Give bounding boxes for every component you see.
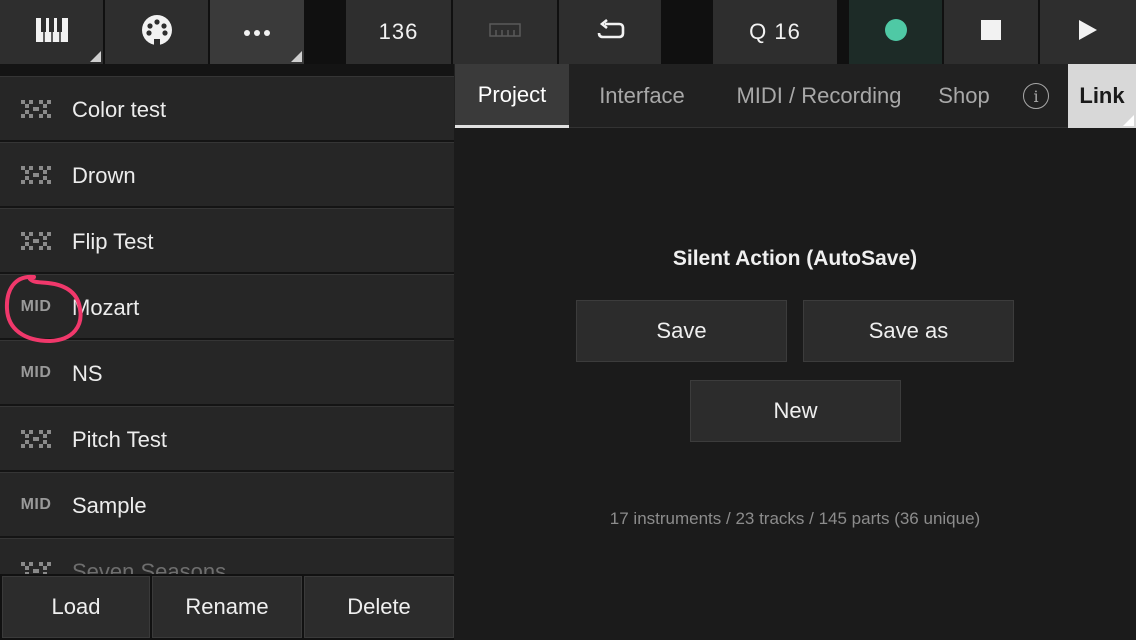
midi-tag-label: MID xyxy=(20,364,52,381)
play-icon xyxy=(1078,19,1098,46)
tab-info[interactable]: i xyxy=(1014,64,1058,128)
list-item-name: NS xyxy=(72,361,103,386)
rename-button[interactable]: Rename xyxy=(152,576,302,638)
list-item[interactable]: Pitch Test xyxy=(0,406,454,470)
record-button[interactable] xyxy=(849,0,942,64)
list-item-name: Sample xyxy=(72,493,147,518)
list-item-name: Mozart xyxy=(72,295,140,320)
audio-project-icon xyxy=(14,77,58,141)
more-button[interactable] xyxy=(210,0,304,64)
tab-midi-recording[interactable]: MIDI / Recording xyxy=(722,64,916,128)
tab-shop[interactable]: Shop xyxy=(924,64,1004,128)
stop-button[interactable] xyxy=(944,0,1038,64)
audio-project-icon xyxy=(14,143,58,207)
loop-button[interactable] xyxy=(559,0,661,64)
tab-interface[interactable]: Interface xyxy=(574,64,710,128)
tab-project[interactable]: Project xyxy=(455,64,569,128)
quantize-value: Q 16 xyxy=(749,19,801,44)
list-item[interactable]: Seven Seasons xyxy=(0,538,454,574)
list-item-name: Color test xyxy=(72,97,167,122)
audio-project-icon xyxy=(14,407,58,471)
keyboard-button[interactable] xyxy=(0,0,103,64)
metronome-button[interactable] xyxy=(453,0,557,64)
project-panel: Silent Action (AutoSave) Save Save as Ne… xyxy=(454,129,1136,640)
more-icon xyxy=(244,23,270,41)
info-icon: i xyxy=(1023,83,1049,109)
midi-button[interactable] xyxy=(105,0,208,64)
metronome-icon xyxy=(489,22,521,42)
new-button[interactable]: New xyxy=(690,380,901,442)
midi-tag-label: MID xyxy=(20,496,52,513)
midi-tag: MID xyxy=(14,341,58,405)
list-item-name: Seven Seasons xyxy=(72,559,227,574)
loop-icon xyxy=(593,18,627,46)
list-item[interactable]: MID Mozart xyxy=(0,274,454,338)
load-button[interactable]: Load xyxy=(2,576,150,638)
audio-project-icon xyxy=(14,209,58,273)
audio-project-icon xyxy=(14,539,58,574)
list-item-name: Drown xyxy=(72,163,136,188)
piano-icon xyxy=(35,17,69,48)
save-as-button[interactable]: Save as xyxy=(803,300,1014,362)
delete-button[interactable]: Delete xyxy=(304,576,454,638)
list-item-name: Flip Test xyxy=(72,229,154,254)
list-item[interactable]: MID NS xyxy=(0,340,454,404)
project-actions: Load Rename Delete xyxy=(0,574,454,640)
list-item[interactable]: MID Sample xyxy=(0,472,454,536)
tempo-value: 136 xyxy=(378,19,419,44)
project-stats: 17 instruments / 23 tracks / 145 parts (… xyxy=(609,509,981,528)
tempo-button[interactable]: 136 xyxy=(346,0,451,64)
project-list[interactable]: Color test Drown Flip Test MID Mozart MID NS Pi… xyxy=(0,64,454,574)
silent-action-label: Silent Action (AutoSave) xyxy=(672,247,918,270)
list-item[interactable]: Drown xyxy=(0,142,454,206)
list-item[interactable]: Color test xyxy=(0,76,454,140)
toolbar: 136 Q 16 xyxy=(0,0,1136,64)
stop-icon xyxy=(980,19,1002,46)
save-button[interactable]: Save xyxy=(576,300,787,362)
quantize-button[interactable]: Q 16 xyxy=(713,0,837,64)
link-label: Link xyxy=(1079,83,1125,108)
midi-tag: MID xyxy=(14,275,58,339)
midi-tag-label: MID xyxy=(20,298,52,315)
link-button[interactable]: Link xyxy=(1068,64,1136,128)
settings-tabs: Project Interface MIDI / Recording Shop … xyxy=(454,64,1136,128)
midi-tag: MID xyxy=(14,473,58,537)
record-icon xyxy=(884,18,908,47)
play-button[interactable] xyxy=(1040,0,1136,64)
midi-connector-icon xyxy=(141,14,173,51)
list-item[interactable]: Flip Test xyxy=(0,208,454,272)
list-item-name: Pitch Test xyxy=(72,427,167,452)
